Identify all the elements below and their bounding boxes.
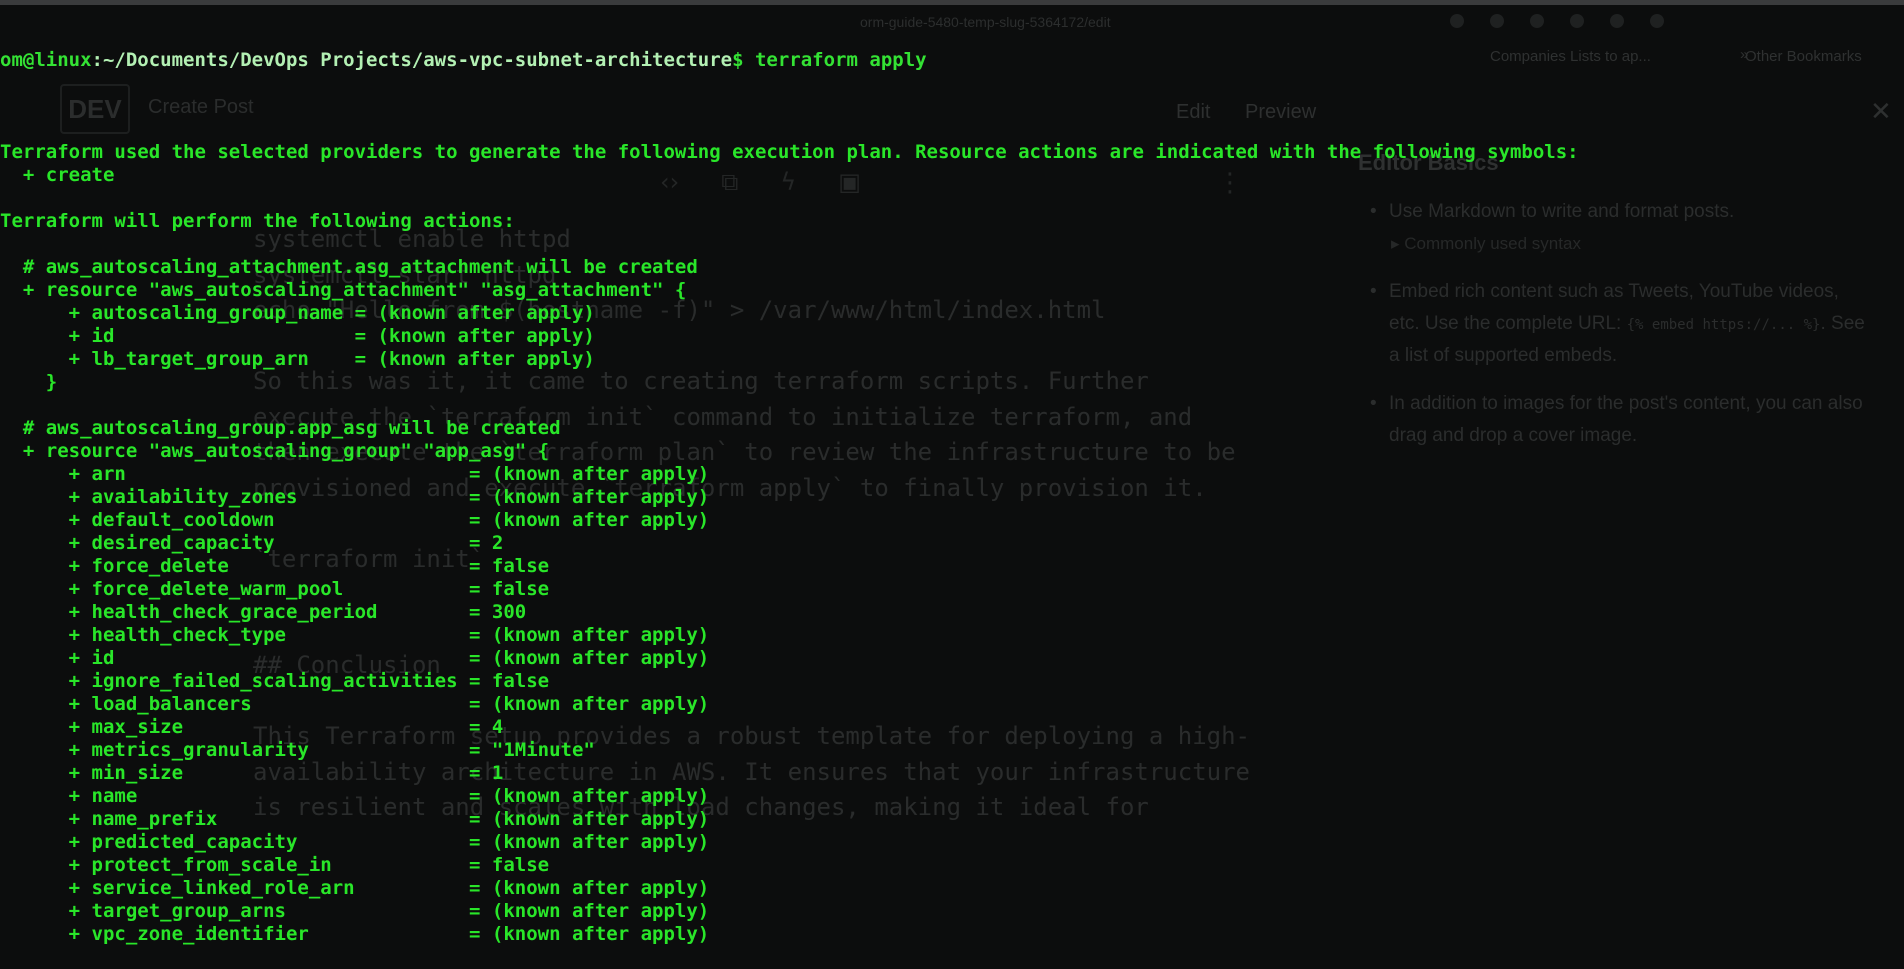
- terminal-line: + predicted_capacity = (known after appl…: [0, 831, 710, 853]
- terminal-line: + autoscaling_group_name = (known after …: [0, 302, 595, 324]
- terminal-line: }: [0, 371, 58, 393]
- terminal-line: + load_balancers = (known after apply): [0, 693, 710, 715]
- terminal-line: + resource "aws_autoscaling_attachment" …: [0, 279, 687, 301]
- terminal-line: + service_linked_role_arn = (known after…: [0, 877, 710, 899]
- terminal-line: + lb_target_group_arn = (known after app…: [0, 348, 595, 370]
- terminal-lines: Terraform used the selected providers to…: [0, 118, 1904, 946]
- terminal-line: + min_size = 1: [0, 762, 504, 784]
- terminal-line: + ignore_failed_scaling_activities = fal…: [0, 670, 550, 692]
- terminal-line: + resource "aws_autoscaling_group" "app_…: [0, 440, 550, 462]
- terminal-line: + desired_capacity = 2: [0, 532, 504, 554]
- terminal-line: + health_check_type = (known after apply…: [0, 624, 710, 646]
- terminal-line: + name_prefix = (known after apply): [0, 808, 710, 830]
- terminal-line: + arn = (known after apply): [0, 463, 710, 485]
- terminal-line: + metrics_granularity = "1Minute": [0, 739, 595, 761]
- terminal-line: # aws_autoscaling_group.app_asg will be …: [0, 417, 561, 439]
- terminal-line: + protect_from_scale_in = false: [0, 854, 550, 876]
- terminal-line: + max_size = 4: [0, 716, 504, 738]
- terminal-output[interactable]: om@linux:~/Documents/DevOps Projects/aws…: [0, 3, 1904, 969]
- prompt-user: om@linux: [0, 49, 92, 71]
- terminal-line: # aws_autoscaling_attachment.asg_attachm…: [0, 256, 698, 278]
- terminal-prompt-line: om@linux:~/Documents/DevOps Projects/aws…: [0, 49, 1904, 72]
- terminal-line: + health_check_grace_period = 300: [0, 601, 527, 623]
- prompt-command: $ terraform apply: [732, 49, 927, 71]
- terminal-line: Terraform will perform the following act…: [0, 210, 515, 232]
- terminal-line: + force_delete = false: [0, 555, 550, 577]
- terminal-line: + target_group_arns = (known after apply…: [0, 900, 710, 922]
- prompt-path: :~/Documents/DevOps Projects/aws-vpc-sub…: [91, 49, 733, 71]
- terminal-line: Terraform used the selected providers to…: [0, 141, 1579, 163]
- terminal-line: + force_delete_warm_pool = false: [0, 578, 550, 600]
- terminal-line: + vpc_zone_identifier = (known after app…: [0, 923, 710, 945]
- terminal-line: + id = (known after apply): [0, 325, 595, 347]
- terminal-line: + default_cooldown = (known after apply): [0, 509, 710, 531]
- terminal-line: + availability_zones = (known after appl…: [0, 486, 710, 508]
- terminal-line: + id = (known after apply): [0, 647, 710, 669]
- terminal-line: + name = (known after apply): [0, 785, 710, 807]
- terminal-line: + create: [0, 164, 115, 186]
